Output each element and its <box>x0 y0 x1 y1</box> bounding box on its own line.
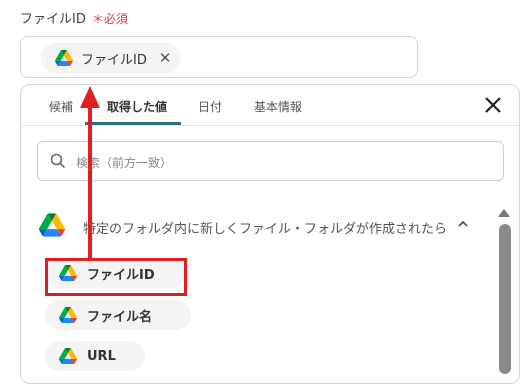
value-picker-panel: 候補 取得した値 日付 基本情報 検索（前方一致） 特定のフォルダ内に新しくファ… <box>20 84 520 384</box>
close-icon[interactable] <box>483 95 503 115</box>
remove-chip-icon[interactable]: ✕ <box>159 50 172 66</box>
annotation-highlight-box <box>45 258 187 296</box>
tab-acquired-values[interactable]: 取得した値 <box>107 98 167 115</box>
trigger-group-title: 特定のフォルダ内に新しくファイル・フォルダが作成されたら <box>83 222 448 237</box>
value-item-url[interactable]: URL <box>45 341 145 371</box>
triangle-up-icon <box>498 209 510 217</box>
scrollbar-thumb[interactable] <box>499 224 511 374</box>
search-icon <box>50 153 66 169</box>
google-drive-icon <box>59 348 77 364</box>
search-placeholder: 検索（前方一致） <box>76 156 173 170</box>
google-drive-icon <box>59 307 77 323</box>
value-item-label: URL <box>87 348 116 364</box>
chip-label: ファイルID <box>81 52 147 68</box>
chevron-up-icon[interactable] <box>457 219 469 229</box>
tab-basic-info[interactable]: 基本情報 <box>254 98 302 115</box>
file-id-input[interactable]: ファイルID ✕ <box>20 36 418 78</box>
field-label: ファイルID ＊必須 <box>20 8 128 27</box>
tab-candidates[interactable]: 候補 <box>49 98 73 115</box>
required-badge: ＊必須 <box>91 12 128 26</box>
field-label-text: ファイルID <box>20 12 86 27</box>
value-item-label: ファイル名 <box>87 309 153 325</box>
selected-value-chip[interactable]: ファイルID ✕ <box>41 43 182 73</box>
google-drive-icon <box>39 213 65 237</box>
google-drive-icon <box>55 50 73 66</box>
value-item-file-name[interactable]: ファイル名 <box>45 300 191 330</box>
scroll-up-arrow[interactable] <box>497 203 511 222</box>
tab-bar: 候補 取得した値 日付 基本情報 <box>21 85 519 126</box>
active-tab-indicator <box>85 122 181 125</box>
search-input[interactable]: 検索（前方一致） <box>37 141 504 181</box>
trigger-group-header[interactable]: 特定のフォルダ内に新しくファイル・フォルダが作成されたら <box>39 211 479 241</box>
tab-date[interactable]: 日付 <box>198 98 222 115</box>
